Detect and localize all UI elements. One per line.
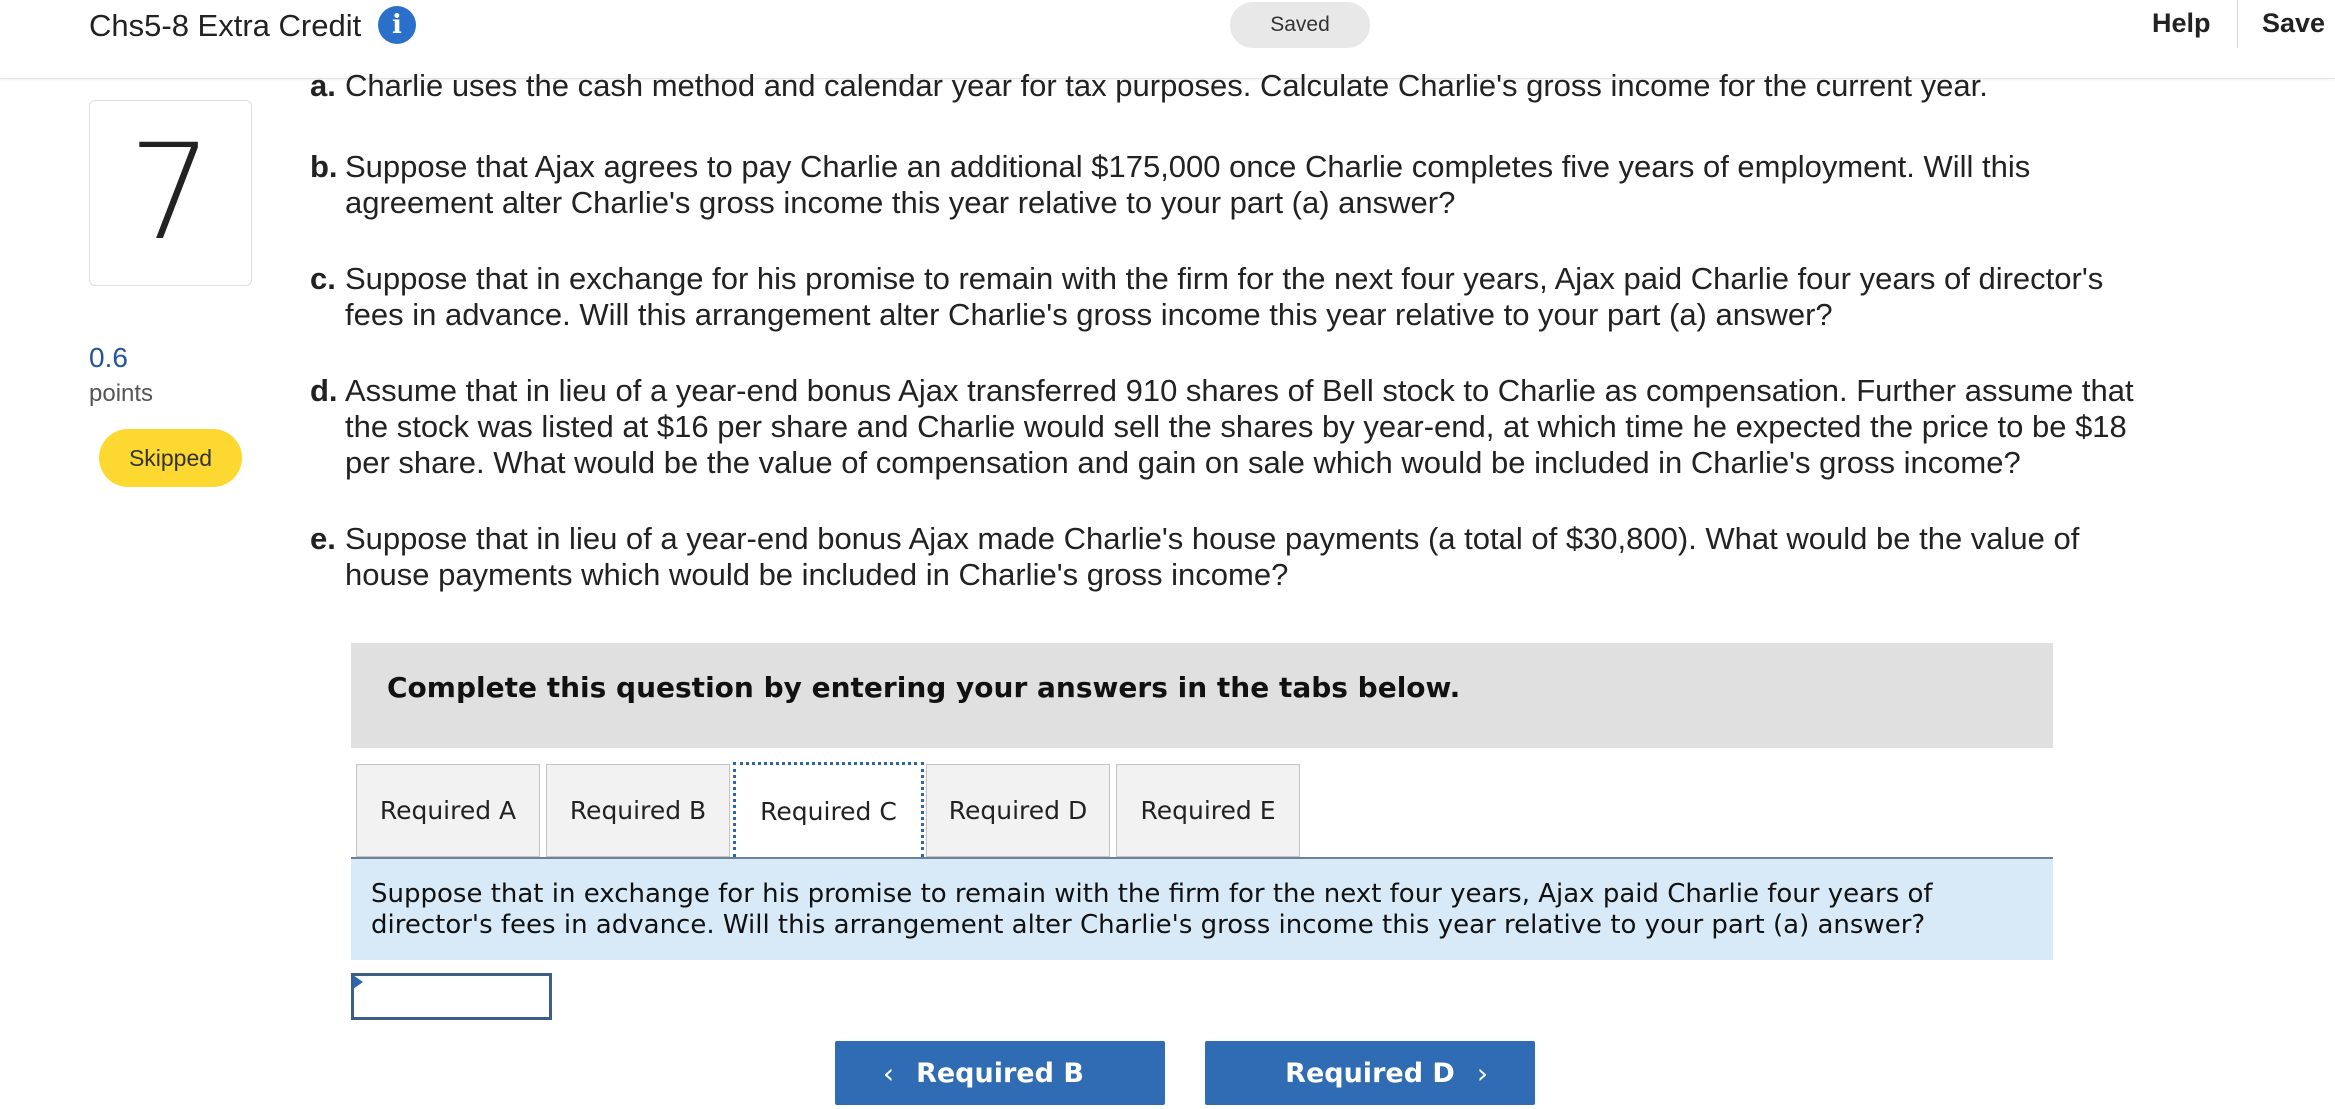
question-letter: e.	[310, 521, 336, 556]
question-text: Suppose that in lieu of a year-end bonus…	[345, 521, 2080, 592]
prev-tab-button[interactable]: ‹ Required B ‹	[835, 1041, 1165, 1105]
saved-status-badge: Saved	[1230, 2, 1370, 48]
skipped-status-badge: Skipped	[99, 429, 242, 487]
prev-tab-label: Required B	[916, 1057, 1084, 1089]
prompt-text: Suppose that in exchange for his promise…	[371, 879, 1933, 940]
question-letter: c.	[310, 261, 336, 296]
tab-required-b[interactable]: Required B	[546, 764, 730, 857]
help-link[interactable]: Help	[2152, 8, 2211, 39]
answer-flag-icon	[353, 975, 363, 989]
question-text: Charlie uses the cash method and calenda…	[345, 68, 1988, 103]
instruction-panel: Complete this question by entering your …	[351, 643, 2053, 748]
question-number: 7	[128, 116, 213, 270]
save-exit-button[interactable]: Save	[2262, 8, 2325, 39]
question-letter: a.	[310, 68, 336, 103]
points-label: points	[89, 380, 154, 407]
assignment-title: Chs5-8 Extra Credit	[89, 8, 362, 43]
tab-required-c[interactable]: Required C	[733, 762, 924, 857]
question-letter: b.	[310, 149, 338, 184]
tab-required-d[interactable]: Required D	[926, 764, 1110, 857]
prompt-panel: Suppose that in exchange for his promise…	[351, 859, 2053, 960]
points-value: 0.6	[89, 342, 128, 373]
header-divider	[2237, 0, 2238, 48]
question-text: Suppose that in exchange for his promise…	[345, 261, 2104, 332]
instruction-text: Complete this question by entering your …	[387, 671, 1461, 704]
info-icon[interactable]: i	[378, 6, 416, 44]
tab-required-e[interactable]: Required E	[1116, 764, 1300, 857]
question-text: Suppose that Ajax agrees to pay Charlie …	[345, 149, 2031, 220]
answer-input[interactable]	[351, 973, 552, 1020]
question-letter: d.	[310, 373, 338, 408]
question-text: Assume that in lieu of a year-end bonus …	[345, 373, 2134, 480]
chevron-right-icon: ›	[1476, 1056, 1489, 1090]
question-number-box: 7	[89, 100, 252, 286]
next-tab-label: Required D	[1285, 1057, 1455, 1089]
chevron-left-icon: ‹	[882, 1056, 895, 1090]
tab-required-a[interactable]: Required A	[356, 764, 540, 857]
next-tab-button[interactable]: › Required D ›	[1205, 1041, 1535, 1105]
